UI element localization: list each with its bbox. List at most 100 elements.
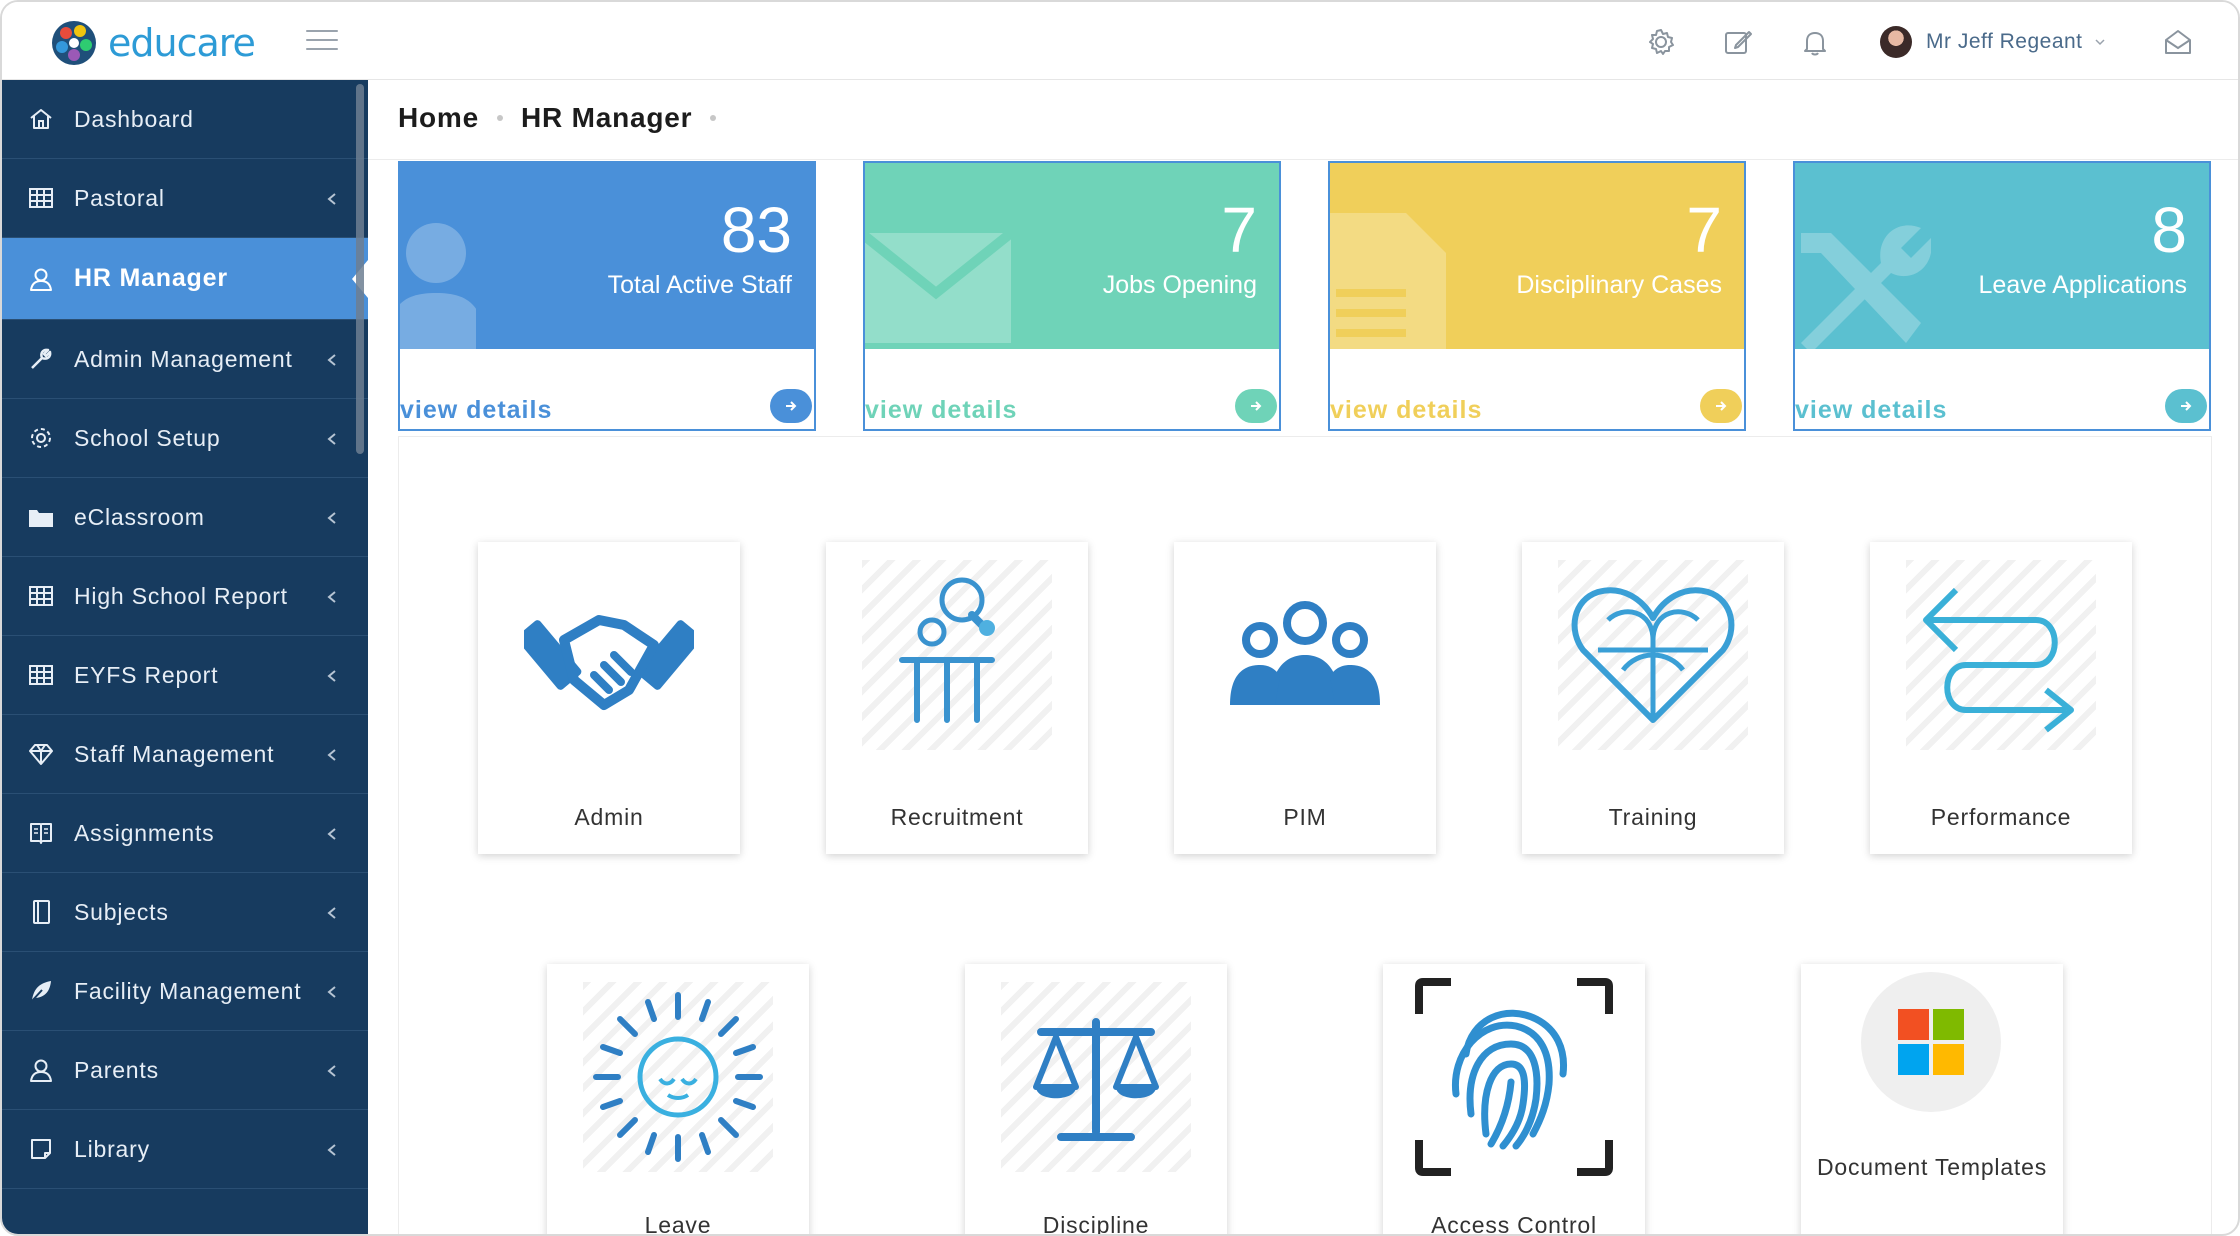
module-tile-admin[interactable]: Admin — [478, 542, 740, 854]
envelope-icon — [865, 229, 1015, 343]
stat-card-jobs-opening[interactable]: 7 Jobs Opening view details — [863, 161, 1281, 431]
chevron-left-icon — [327, 433, 336, 445]
hamburger-line — [306, 48, 338, 50]
gear-icon — [26, 423, 56, 453]
module-tile-discipline[interactable]: Discipline — [965, 964, 1227, 1234]
windows-logo-icon — [1861, 972, 2001, 1112]
stat-value: 83 — [720, 194, 792, 266]
sidebar-item-label: Staff Management — [74, 740, 275, 767]
arrow-right-icon[interactable] — [770, 389, 812, 423]
gear-icon[interactable] — [1645, 26, 1677, 58]
group-icon — [1210, 560, 1400, 750]
logo-icon — [52, 21, 96, 65]
sidebar-item-parents[interactable]: Parents — [2, 1031, 368, 1110]
module-label: Performance — [1930, 804, 2072, 830]
chevron-down-icon — [2095, 39, 2105, 46]
arrow-right-icon[interactable] — [2165, 389, 2207, 423]
sidebar-item-dashboard[interactable]: Dashboard — [2, 80, 368, 159]
handshake-icon — [514, 560, 704, 750]
wrench-icon — [26, 344, 56, 374]
sidebar-item-admin-management[interactable]: Admin Management — [2, 320, 368, 399]
note-icon — [26, 1134, 56, 1164]
chevron-left-icon — [327, 512, 336, 524]
module-tile-recruitment[interactable]: Recruitment — [826, 542, 1088, 854]
diamond-icon — [26, 739, 56, 769]
module-tile-leave[interactable]: Leave — [547, 964, 809, 1234]
edit-icon[interactable] — [1722, 26, 1754, 58]
user-menu[interactable]: Mr Jeff Regeant — [1880, 22, 2105, 62]
mail-open-icon[interactable] — [2162, 26, 2194, 58]
sidebar-item-subjects[interactable]: Subjects — [2, 873, 368, 952]
breadcrumb-separator — [497, 115, 503, 121]
sidebar-item-label: High School Report — [74, 582, 288, 609]
sidebar-item-eclassroom[interactable]: eClassroom — [2, 478, 368, 557]
logo-text: educare — [108, 21, 256, 65]
document-icon — [1330, 213, 1446, 349]
arrow-right-icon[interactable] — [1235, 389, 1277, 423]
sidebar-item-label: Admin Management — [74, 345, 293, 372]
sidebar-item-label: Parents — [74, 1056, 159, 1083]
top-bar: educare Mr Jeff Regeant — [2, 2, 2238, 80]
view-details-link[interactable]: view details — [865, 396, 1017, 425]
sidebar-item-hr-manager[interactable]: HR Manager — [2, 238, 368, 320]
view-details-link[interactable]: view details — [400, 396, 552, 425]
breadcrumb-current: HR Manager — [521, 102, 693, 133]
menu-toggle-button[interactable] — [306, 30, 338, 52]
stat-card-header: 7 Jobs Opening — [865, 163, 1279, 349]
sidebar-item-label: eClassroom — [74, 503, 205, 530]
user-icon — [26, 1055, 56, 1085]
sidebar-item-school-setup[interactable]: School Setup — [2, 399, 368, 478]
module-label: Training — [1608, 804, 1698, 830]
sidebar-item-pastoral[interactable]: Pastoral — [2, 159, 368, 238]
breadcrumb-home[interactable]: Home — [398, 102, 479, 134]
sidebar-item-assignments[interactable]: Assignments — [2, 794, 368, 873]
chevron-left-icon — [327, 1144, 336, 1156]
chevron-left-icon — [327, 749, 336, 761]
bell-icon[interactable] — [1799, 26, 1831, 58]
sidebar-item-staff-management[interactable]: Staff Management — [2, 715, 368, 794]
sidebar-item-label: Assignments — [74, 819, 215, 846]
table-icon — [26, 581, 56, 611]
sidebar-item-label: EYFS Report — [74, 661, 219, 688]
sidebar-scrollbar[interactable] — [356, 84, 364, 454]
sidebar-item-label: HR Manager — [74, 264, 228, 292]
folder-icon — [26, 502, 56, 532]
chevron-left-icon — [327, 193, 336, 205]
chevron-left-icon — [327, 354, 336, 366]
chevron-left-icon — [327, 907, 336, 919]
sidebar-item-library[interactable]: Library — [2, 1110, 368, 1189]
person-idea-icon — [862, 560, 1052, 750]
stat-card-header: 83 Total Active Staff — [400, 163, 814, 349]
arrows-loop-icon — [1906, 560, 2096, 750]
module-tile-performance[interactable]: Performance — [1870, 542, 2132, 854]
chevron-left-icon — [327, 1065, 336, 1077]
module-tile-training[interactable]: Training — [1522, 542, 1784, 854]
stat-card-disciplinary-cases[interactable]: 7 Disciplinary Cases view details — [1328, 161, 1746, 431]
stat-card-total-active-staff[interactable]: 83 Total Active Staff view details — [398, 161, 816, 431]
heart-icon — [1558, 560, 1748, 750]
view-details-link[interactable]: view details — [1330, 396, 1482, 425]
module-label: Access Control — [1431, 1212, 1597, 1236]
tools-icon — [1801, 225, 1931, 349]
sidebar-item-facility-management[interactable]: Facility Management — [2, 952, 368, 1031]
leaf-icon — [26, 976, 56, 1006]
hamburger-line — [306, 30, 338, 32]
sun-icon — [583, 982, 773, 1172]
module-tile-pim[interactable]: PIM — [1174, 542, 1436, 854]
sidebar-item-label: Dashboard — [74, 105, 194, 132]
stat-value: 7 — [1221, 194, 1257, 266]
sidebar-item-label: Facility Management — [74, 977, 302, 1004]
sidebar-item-eyfs-report[interactable]: EYFS Report — [2, 636, 368, 715]
view-details-link[interactable]: view details — [1795, 396, 1947, 425]
stat-card-leave-applications[interactable]: 8 Leave Applications view details — [1793, 161, 2211, 431]
stat-label: Jobs Opening — [1102, 271, 1257, 299]
breadcrumb: Home HR Manager — [398, 102, 734, 134]
sidebar-item-high-school-report[interactable]: High School Report — [2, 557, 368, 636]
arrow-right-icon[interactable] — [1700, 389, 1742, 423]
module-tile-access-control[interactable]: Access Control — [1383, 964, 1645, 1236]
table-icon — [26, 660, 56, 690]
module-tile-document-templates[interactable]: Document Templates — [1801, 964, 2063, 1234]
user-name: Mr Jeff Regeant — [1926, 30, 2083, 53]
logo[interactable]: educare — [50, 19, 256, 67]
chevron-left-icon — [327, 591, 336, 603]
